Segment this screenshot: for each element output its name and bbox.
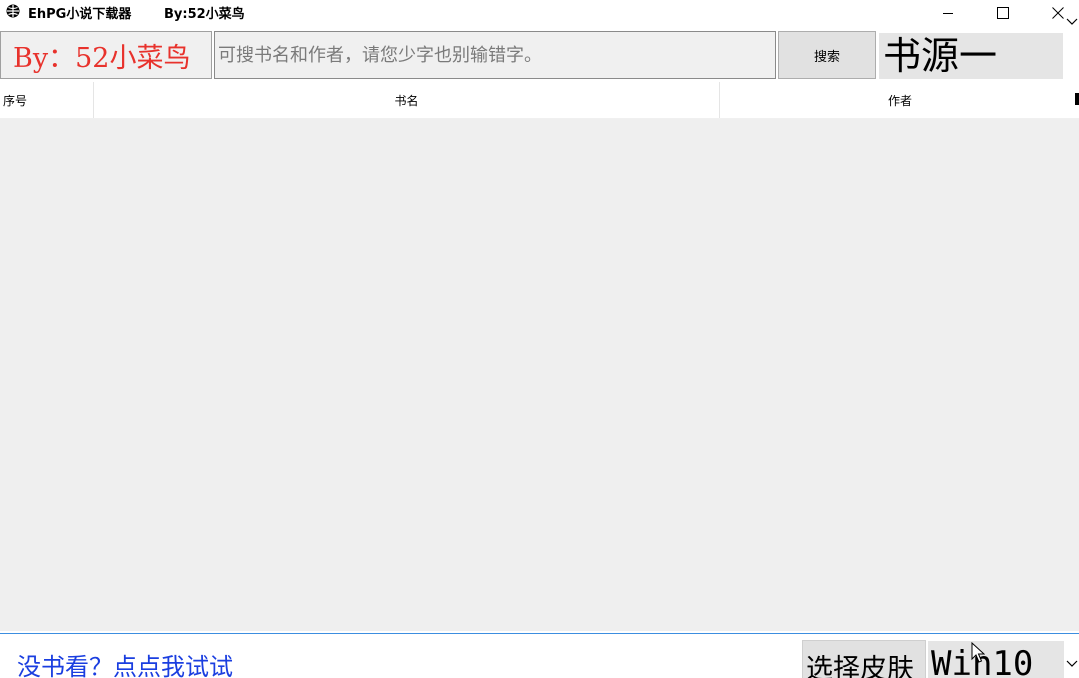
column-header-author[interactable]: 作者 <box>720 82 1079 118</box>
chevron-down-icon[interactable] <box>1066 18 1078 26</box>
author-label: By：52小菜鸟 <box>0 31 212 79</box>
source-select-value: 书源一 <box>879 33 1063 79</box>
search-input[interactable] <box>214 31 776 79</box>
title-bar: EhPG小说下载器 By:52小菜鸟 <box>0 0 1079 26</box>
maximize-icon <box>997 7 1009 19</box>
results-table-header: 序号 书名 作者 <box>0 82 1079 119</box>
app-window: EhPG小说下载器 By:52小菜鸟 By：52小菜鸟 搜索 书源一 <box>0 0 1079 678</box>
search-button[interactable]: 搜索 <box>778 31 876 79</box>
skin-select[interactable]: Win10 <box>928 641 1079 678</box>
footer-divider <box>0 633 1079 634</box>
minimize-icon <box>943 13 953 14</box>
choose-skin-button[interactable]: 选择皮肤 <box>802 640 926 678</box>
app-globe-icon <box>6 4 20 18</box>
results-table-body[interactable] <box>0 119 1079 631</box>
window-title: EhPG小说下载器 <box>28 7 132 22</box>
window-author: By:52小菜鸟 <box>164 7 245 22</box>
source-select[interactable]: 书源一 <box>878 32 1079 80</box>
skin-select-value: Win10 <box>928 641 1064 678</box>
column-header-index[interactable]: 序号 <box>0 82 94 118</box>
search-row: By：52小菜鸟 搜索 书源一 <box>0 31 1079 80</box>
mouse-pointer-icon <box>971 642 985 663</box>
column-header-title[interactable]: 书名 <box>94 82 720 118</box>
column-header-overflow <box>1075 93 1079 105</box>
random-book-link[interactable]: 没书看？点点我试试 <box>17 647 233 678</box>
minimize-button[interactable] <box>925 0 971 26</box>
close-icon <box>1052 7 1064 19</box>
chevron-down-icon[interactable] <box>1066 660 1078 668</box>
maximize-button[interactable] <box>980 0 1026 26</box>
